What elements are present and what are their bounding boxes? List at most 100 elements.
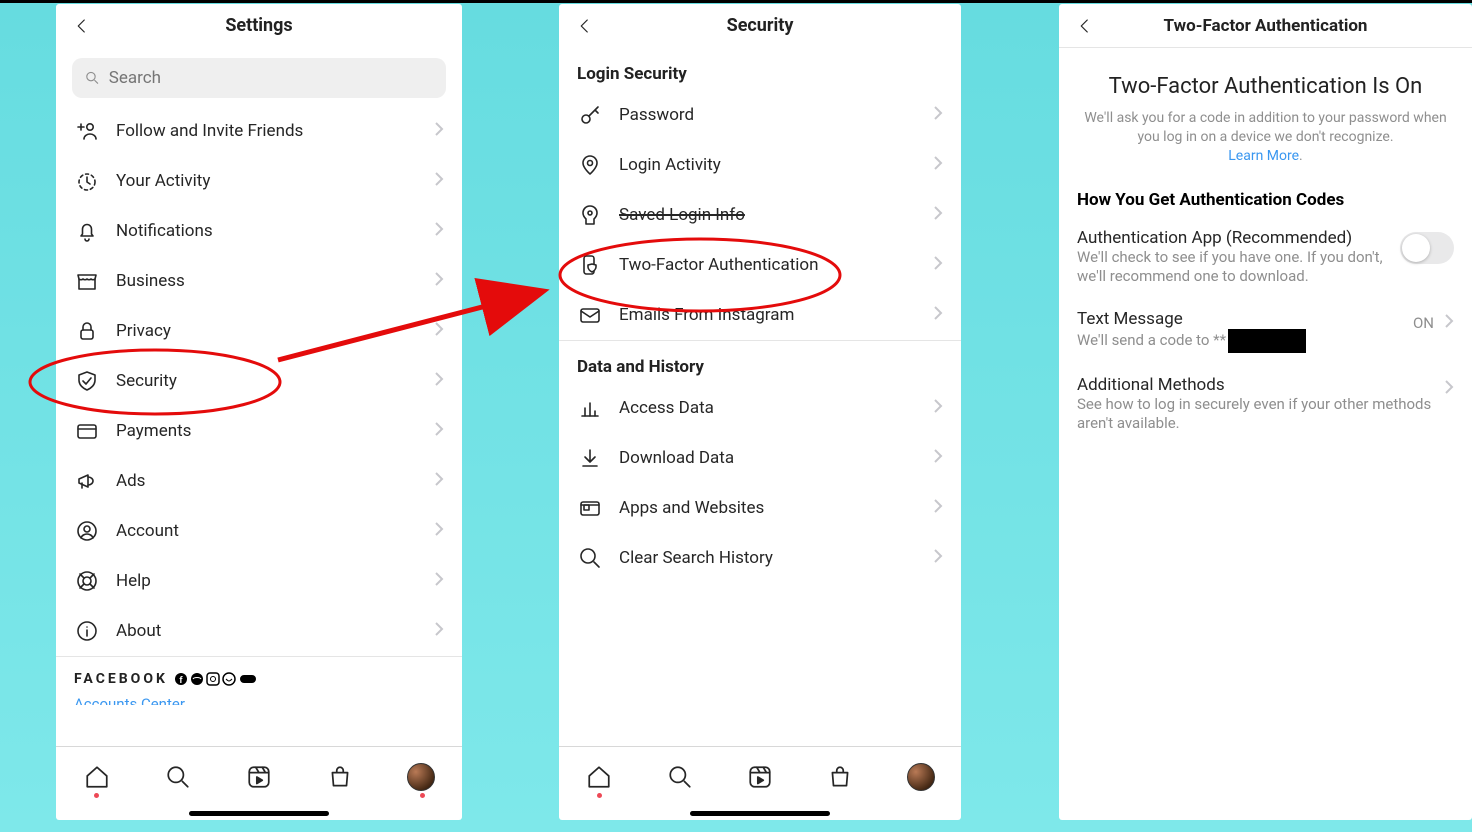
security-title: Security	[727, 15, 794, 36]
auth-app-title: Authentication App (Recommended)	[1077, 228, 1390, 248]
reels-icon	[747, 764, 773, 790]
facebook-section: FACEBOOK f	[56, 657, 462, 691]
tab-home[interactable]	[584, 762, 614, 792]
row-help[interactable]: Help	[56, 556, 462, 606]
2fa-header: Two-Factor Authentication	[1059, 4, 1472, 48]
chevron-icon	[933, 155, 943, 175]
apps-icon	[577, 495, 603, 521]
tab-reels[interactable]	[745, 762, 775, 792]
row-apps-websites[interactable]: Apps and Websites	[559, 483, 961, 533]
back-chevron-icon	[73, 17, 91, 35]
mail-icon	[577, 302, 603, 328]
redacted-phone	[1228, 329, 1306, 353]
home-icon	[586, 764, 612, 790]
tab-reels[interactable]	[244, 762, 274, 792]
learn-more-link[interactable]: Learn More	[1228, 148, 1299, 164]
chevron-icon	[434, 621, 444, 641]
row-account[interactable]: Account	[56, 506, 462, 556]
back-chevron-icon	[1076, 17, 1094, 35]
row-your-activity[interactable]: Your Activity	[56, 156, 462, 206]
label-about: About	[116, 621, 418, 641]
row-password[interactable]: Password	[559, 90, 961, 140]
tab-bar	[559, 746, 961, 806]
row-security[interactable]: Security	[56, 356, 462, 406]
home-indicator	[56, 806, 462, 820]
top-black-border	[0, 0, 1472, 3]
row-access-data[interactable]: Access Data	[559, 383, 961, 433]
storefront-icon	[74, 268, 100, 294]
location-icon	[577, 152, 603, 178]
option-auth-app[interactable]: Authentication App (Recommended) We'll c…	[1059, 220, 1472, 301]
accounts-center-link[interactable]: Accounts Center	[56, 691, 462, 705]
auth-app-toggle[interactable]	[1400, 232, 1454, 264]
search-input[interactable]	[109, 68, 434, 88]
option-text-message[interactable]: Text Message We'll send a code to ** ON	[1059, 301, 1472, 367]
bell-icon	[74, 218, 100, 244]
row-two-factor[interactable]: Two-Factor Authentication	[559, 240, 961, 290]
tab-search[interactable]	[665, 762, 695, 792]
row-ads[interactable]: Ads	[56, 456, 462, 506]
user-circle-icon	[74, 518, 100, 544]
row-login-activity[interactable]: Login Activity	[559, 140, 961, 190]
label-help: Help	[116, 571, 418, 591]
label-saved-login: Saved Login Info	[619, 205, 917, 225]
tab-shop[interactable]	[825, 762, 855, 792]
option-additional[interactable]: Additional Methods See how to log in sec…	[1059, 367, 1472, 448]
chevron-icon	[933, 498, 943, 518]
phone-settings: Settings Follow and Invite Friends Your …	[56, 4, 462, 820]
chevron-icon	[933, 548, 943, 568]
additional-title: Additional Methods	[1077, 375, 1434, 395]
back-chevron-icon	[576, 17, 594, 35]
tab-profile[interactable]	[406, 762, 436, 792]
chevron-icon	[434, 121, 444, 141]
row-about[interactable]: About	[56, 606, 462, 656]
phone-security: Security Login Security Password Login A…	[559, 4, 961, 820]
settings-header: Settings	[56, 4, 462, 48]
label-account: Account	[116, 521, 418, 541]
label-ads: Ads	[116, 471, 418, 491]
avatar-icon	[907, 763, 935, 791]
chevron-icon	[933, 205, 943, 225]
chevron-icon	[933, 105, 943, 125]
2fa-description: We'll ask you for a code in addition to …	[1059, 109, 1472, 166]
phone-2fa: Two-Factor Authentication Two-Factor Aut…	[1059, 4, 1472, 820]
reels-icon	[246, 764, 272, 790]
row-saved-login[interactable]: Saved Login Info	[559, 190, 961, 240]
label-apps-websites: Apps and Websites	[619, 498, 917, 518]
label-password: Password	[619, 105, 917, 125]
settings-content: Follow and Invite Friends Your Activity …	[56, 48, 462, 746]
text-msg-title: Text Message	[1077, 309, 1403, 329]
chevron-icon	[933, 255, 943, 275]
chevron-icon	[1444, 313, 1454, 333]
row-download-data[interactable]: Download Data	[559, 433, 961, 483]
chevron-icon	[434, 471, 444, 491]
facebook-text: FACEBOOK	[74, 671, 168, 687]
chevron-icon	[933, 398, 943, 418]
row-privacy[interactable]: Privacy	[56, 306, 462, 356]
search-field[interactable]	[72, 58, 446, 98]
search-icon	[667, 764, 693, 790]
row-follow-invite[interactable]: Follow and Invite Friends	[56, 106, 462, 156]
label-emails: Emails From Instagram	[619, 305, 917, 325]
label-login-activity: Login Activity	[619, 155, 917, 175]
tab-search[interactable]	[163, 762, 193, 792]
row-payments[interactable]: Payments	[56, 406, 462, 456]
back-button[interactable]	[70, 14, 94, 38]
avatar-icon	[407, 763, 435, 791]
row-notifications[interactable]: Notifications	[56, 206, 462, 256]
row-business[interactable]: Business	[56, 256, 462, 306]
settings-title: Settings	[225, 15, 292, 36]
back-button[interactable]	[573, 14, 597, 38]
tab-profile[interactable]	[906, 762, 936, 792]
back-button[interactable]	[1073, 14, 1097, 38]
label-clear-search: Clear Search History	[619, 548, 917, 568]
chevron-icon	[434, 521, 444, 541]
row-emails[interactable]: Emails From Instagram	[559, 290, 961, 340]
row-clear-search[interactable]: Clear Search History	[559, 533, 961, 583]
tab-shop[interactable]	[325, 762, 355, 792]
label-security: Security	[116, 371, 418, 391]
search-wrap	[56, 48, 462, 106]
section-data-history: Data and History	[559, 341, 961, 383]
shop-icon	[827, 764, 853, 790]
tab-home[interactable]	[82, 762, 112, 792]
